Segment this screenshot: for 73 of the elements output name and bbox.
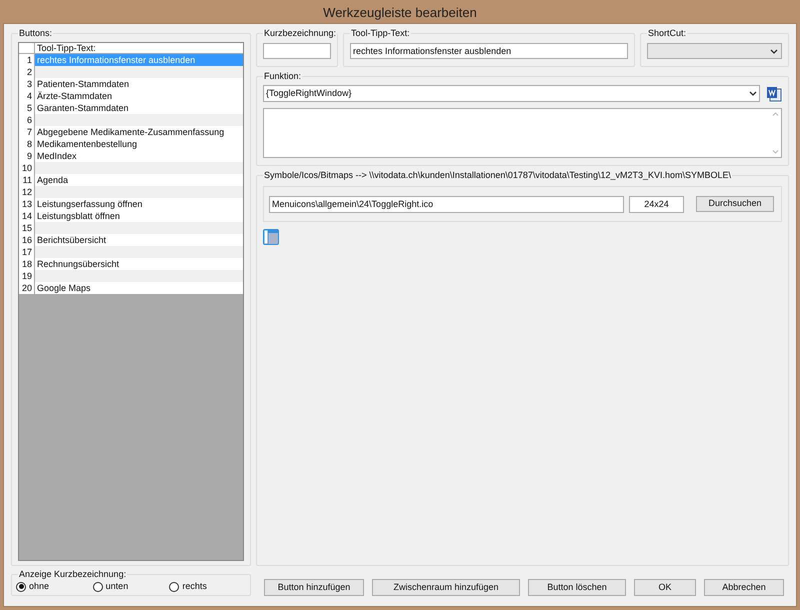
- table-row[interactable]: 18 Rechnungsübersicht: [19, 258, 243, 270]
- funktion-dropdown[interactable]: {ToggleRightWindow}: [263, 85, 760, 102]
- scroll-up-icon[interactable]: [772, 112, 778, 116]
- column-header: Tool-Tipp-Text:: [36, 43, 97, 53]
- row-number: 2: [19, 66, 35, 78]
- row-number: 19: [19, 270, 35, 282]
- scroll-down-icon[interactable]: [772, 150, 778, 154]
- action-button[interactable]: Button löschen: [528, 579, 626, 596]
- table-cell-text: Garanten-Stammdaten: [36, 102, 130, 114]
- row-number: 1: [19, 54, 35, 66]
- group-label: ShortCut:: [647, 27, 688, 39]
- table-row[interactable]: 4 Ärzte-Stammdaten: [19, 90, 243, 102]
- table-cell-text: Leistungserfassung öffnen: [36, 198, 144, 210]
- table-cell-text: Agenda: [36, 174, 70, 186]
- table-row[interactable]: 16 Berichtsübersicht: [19, 234, 243, 246]
- table-row[interactable]: 7 Abgegebene Medikamente-Zusammenfassung: [19, 126, 243, 138]
- table-cell-text: MedIndex: [36, 150, 78, 162]
- group-label: Buttons:: [18, 27, 54, 39]
- table-row[interactable]: 12: [19, 186, 243, 198]
- shortcut-dropdown[interactable]: [647, 43, 782, 59]
- table-row[interactable]: 13 Leistungserfassung öffnen: [19, 198, 243, 210]
- icon-path-field[interactable]: Menuicons\allgemein\24\ToggleRight.ico: [269, 196, 624, 212]
- radio-option[interactable]: rechts: [169, 580, 246, 594]
- radio-option[interactable]: unten: [92, 580, 170, 594]
- description-textarea[interactable]: [263, 108, 782, 158]
- action-button[interactable]: Zwischenraum hinzufügen: [372, 579, 520, 596]
- table-row[interactable]: 17: [19, 246, 243, 258]
- document-icon[interactable]: [766, 86, 782, 102]
- radio-option[interactable]: ohne: [16, 580, 93, 594]
- row-number: 20: [19, 282, 35, 294]
- table-row[interactable]: 8 Medikamentenbestellung: [19, 138, 243, 150]
- tooltip-field[interactable]: rechtes Informationsfenster ausblenden: [350, 43, 628, 59]
- group-label: Tool-Tipp-Text:: [350, 27, 411, 39]
- group-label: Kurzbezeichnung:: [263, 27, 338, 39]
- action-button[interactable]: Button hinzufügen: [264, 579, 364, 596]
- table-row[interactable]: 9 MedIndex: [19, 150, 243, 162]
- action-button[interactable]: Abbrechen: [704, 579, 784, 596]
- group-label: Symbole/Icos/Bitmaps --> \\vitodata.ch\kunden\Installationen\01787\vitodata\Testing\12_vM2T3_KVI.hom\SYMBOLE\: [263, 169, 732, 181]
- caret-icon: [770, 48, 778, 54]
- group-label: Funktion:: [263, 70, 302, 82]
- table-cell-text: rechtes Informationsfenster ausblenden: [36, 54, 196, 66]
- icon-size-field[interactable]: 24x24: [629, 196, 684, 212]
- table-cell-text: Patienten-Stammdaten: [36, 78, 130, 90]
- table-row[interactable]: 15: [19, 222, 243, 234]
- row-number: 12: [19, 186, 35, 198]
- browse-button[interactable]: Durchsuchen: [696, 196, 774, 212]
- table-row[interactable]: 19: [19, 270, 243, 282]
- window-title: Werkzeugleiste bearbeiten: [322, 4, 478, 22]
- panel-icon: [263, 229, 279, 245]
- group-label: Anzeige Kurzbezeichnung:: [18, 568, 128, 580]
- table-cell-text: Leistungsblatt öffnen: [36, 210, 121, 222]
- table-cell-text: Abgegebene Medikamente-Zusammenfassung: [36, 126, 226, 138]
- table-cell-text: Ärzte-Stammdaten: [36, 90, 114, 102]
- caret-icon: [749, 91, 757, 96]
- table-row[interactable]: 11 Agenda: [19, 174, 243, 186]
- table-row[interactable]: 6: [19, 114, 243, 126]
- table-cell-text: Rechnungsübersicht: [36, 258, 120, 270]
- table-row[interactable]: 10: [19, 162, 243, 174]
- table-cell-text: Medikamentenbestellung: [36, 138, 138, 150]
- table-row[interactable]: 2: [19, 66, 243, 78]
- row-number: 17: [19, 246, 35, 258]
- row-number: 15: [19, 222, 35, 234]
- row-number: 10: [19, 162, 35, 174]
- table-row[interactable]: 3 Patienten-Stammdaten: [19, 78, 243, 90]
- action-button[interactable]: OK: [634, 579, 696, 596]
- table-row[interactable]: 14 Leistungsblatt öffnen: [19, 210, 243, 222]
- table-row[interactable]: 5 Garanten-Stammdaten: [19, 102, 243, 114]
- table-row[interactable]: 1 rechtes Informationsfenster ausblenden: [19, 54, 243, 66]
- kurzbezeichnung-field[interactable]: [263, 43, 331, 59]
- table-row[interactable]: 20 Google Maps: [19, 282, 243, 294]
- row-number: 6: [19, 114, 35, 126]
- table-cell-text: Google Maps: [36, 282, 92, 294]
- table-cell-text: Berichtsübersicht: [36, 234, 108, 246]
